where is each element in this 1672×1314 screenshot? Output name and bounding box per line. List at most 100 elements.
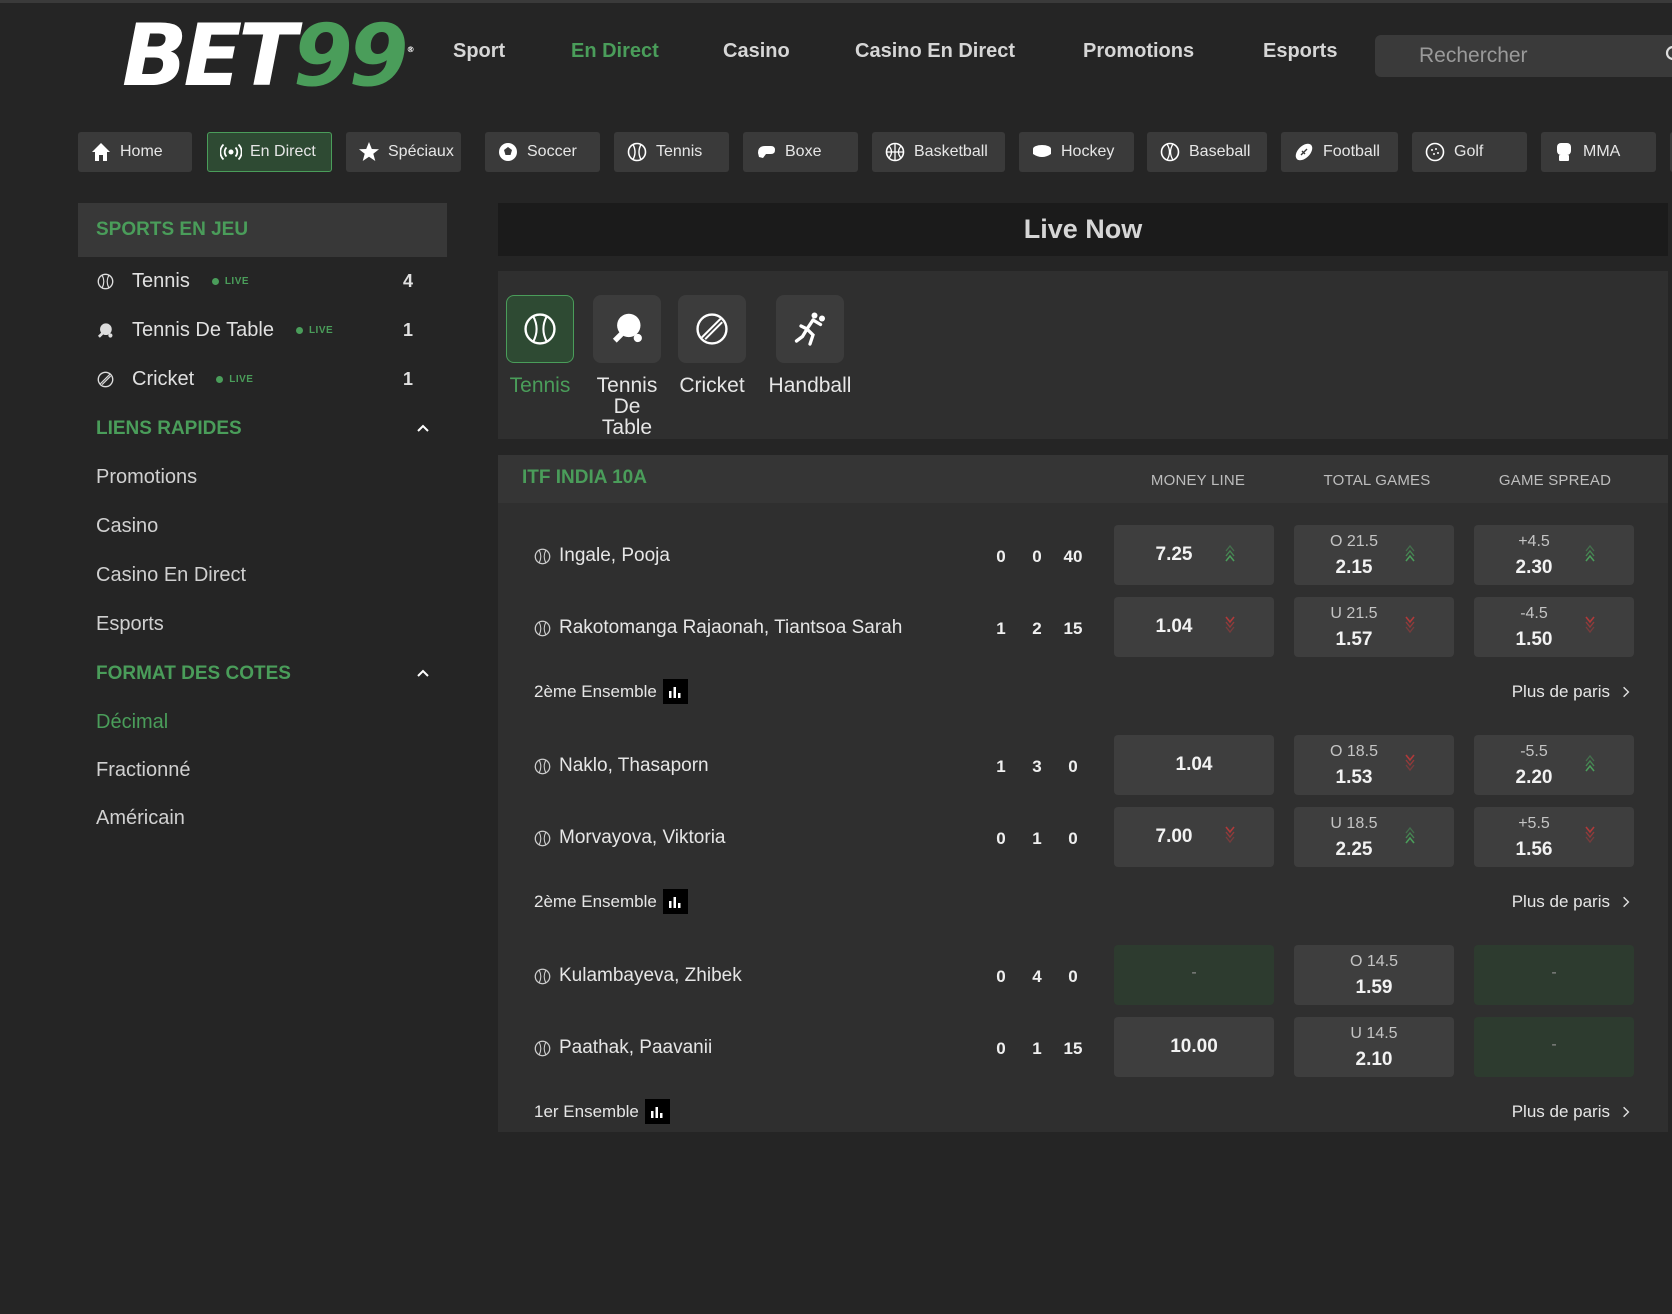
sport-tab-label: Cricket — [679, 374, 745, 397]
odds-unavailable: - — [1551, 1036, 1557, 1053]
search-input[interactable] — [1419, 44, 1639, 68]
score-cell: 0 — [996, 829, 1006, 848]
odds-money-line[interactable]: 7.25 — [1114, 525, 1274, 585]
sport-count: 1 — [402, 320, 413, 340]
stats-icon[interactable] — [644, 1099, 670, 1124]
odds-value: 7.25 — [1155, 544, 1193, 565]
odds-line: U 14.5 — [1350, 1025, 1398, 1042]
chip-soccer[interactable]: Soccer — [485, 132, 600, 172]
live-badge: LIVE — [211, 276, 249, 287]
odds-game-spread[interactable]: -4.5 1.50 — [1474, 597, 1634, 657]
search-box — [1375, 35, 1672, 77]
odds-value: 1.57 — [1335, 629, 1373, 650]
quick-link-esports[interactable]: Esports — [78, 600, 447, 649]
odds-format-americain[interactable]: Américain — [78, 794, 447, 842]
odds-total-games[interactable]: U 21.5 1.57 — [1294, 597, 1454, 657]
odds-up-arrow-icon — [1585, 754, 1595, 772]
tennis-ball-icon — [96, 273, 114, 291]
chip-football[interactable]: Football — [1281, 132, 1398, 172]
odds-money-line[interactable]: 1.04 — [1114, 735, 1274, 795]
plus-de-paris-link[interactable]: Plus de paris — [1512, 682, 1630, 702]
logo-registered-mark: ® — [406, 45, 415, 54]
odds-total-games[interactable]: O 14.5 1.59 — [1294, 945, 1454, 1005]
odds-game-spread[interactable]: +5.5 1.56 — [1474, 807, 1634, 867]
odds-money-line[interactable]: 7.00 — [1114, 807, 1274, 867]
score-cell: 15 — [1063, 619, 1083, 638]
player-name: Naklo, Thasaporn — [559, 755, 709, 776]
odds-total-games[interactable]: O 21.5 2.15 — [1294, 525, 1454, 585]
player-name-row: Ingale, Pooja — [534, 545, 670, 567]
nav-casino[interactable]: Casino — [723, 40, 790, 63]
odds-format-decimal[interactable]: Décimal — [78, 698, 447, 746]
column-game-spread: GAME SPREAD — [1498, 472, 1612, 489]
odds-total-games[interactable]: U 14.5 2.10 — [1294, 1017, 1454, 1077]
format-des-cotes-toggle[interactable]: FORMAT DES COTES — [78, 649, 447, 698]
score-cell: 4 — [1032, 967, 1042, 986]
sport-tab-tennis[interactable]: Tennis — [506, 295, 574, 396]
stats-icon[interactable] — [662, 679, 688, 704]
stats-icon[interactable] — [662, 889, 688, 914]
odds-value: 2.15 — [1335, 557, 1373, 578]
live-badge: LIVE — [216, 374, 253, 385]
odds-game-spread[interactable]: +4.5 2.30 — [1474, 525, 1634, 585]
chip-baseball[interactable]: Baseball — [1147, 132, 1267, 172]
chip-label: MMA — [1583, 143, 1621, 160]
odds-line: O 14.5 — [1349, 953, 1399, 970]
broadcast-icon — [220, 141, 242, 163]
bet99-logo[interactable]: BET 99 ® — [122, 13, 415, 99]
sports-en-jeu-header: SPORTS EN JEU — [78, 203, 447, 257]
quick-link-casino-en-direct[interactable]: Casino En Direct — [78, 551, 447, 600]
quick-link-casino[interactable]: Casino — [78, 502, 447, 551]
score-cell: 0 — [1068, 757, 1078, 776]
score-cell: 1 — [1032, 829, 1042, 848]
ping-pong-paddle-icon — [593, 295, 661, 363]
odds-value: 7.00 — [1155, 826, 1193, 847]
plus-de-paris-link[interactable]: Plus de paris — [1512, 1102, 1630, 1122]
chip-tennis[interactable]: Tennis — [614, 132, 729, 172]
odds-total-games[interactable]: U 18.5 2.25 — [1294, 807, 1454, 867]
score-cell: 0 — [1068, 967, 1078, 986]
soccer-ball-icon — [497, 141, 519, 163]
nav-en-direct[interactable]: En Direct — [571, 40, 659, 63]
sidebar-sport-tennis-de-table[interactable]: Tennis De Table LIVE 1 — [78, 306, 447, 355]
chip-mma[interactable]: MMA — [1541, 132, 1656, 172]
score-cell: 2 — [1032, 619, 1042, 638]
sport-tab-cricket[interactable]: Cricket — [678, 295, 746, 396]
chip-home[interactable]: Home — [78, 132, 192, 172]
sport-tab-label: Tennis De Table — [596, 374, 658, 439]
chip-speciaux[interactable]: Spéciaux — [346, 132, 461, 172]
score-cell: 0 — [1068, 829, 1078, 848]
chevron-up-icon — [417, 669, 429, 677]
tennis-ball-icon — [506, 295, 574, 363]
chip-boxe[interactable]: Boxe — [743, 132, 858, 172]
odds-up-arrow-icon — [1585, 544, 1595, 562]
odds-game-spread[interactable]: -5.5 2.20 — [1474, 735, 1634, 795]
sidebar-sport-tennis[interactable]: Tennis LIVE 4 — [78, 257, 447, 306]
star-icon — [358, 141, 380, 163]
live-now-title: Live Now — [498, 203, 1668, 256]
nav-promotions[interactable]: Promotions — [1083, 40, 1194, 63]
odds-total-games[interactable]: O 18.5 1.53 — [1294, 735, 1454, 795]
quick-link-promotions[interactable]: Promotions — [78, 453, 447, 502]
tennis-ball-icon — [534, 758, 551, 775]
plus-de-paris-link[interactable]: Plus de paris — [1512, 892, 1630, 912]
nav-esports[interactable]: Esports — [1263, 40, 1337, 63]
score-cell: 15 — [1063, 1039, 1083, 1058]
odds-money-line[interactable]: 10.00 — [1114, 1017, 1274, 1077]
chip-hockey[interactable]: Hockey — [1019, 132, 1134, 172]
chip-basketball[interactable]: Basketball — [872, 132, 1005, 172]
nav-casino-en-direct[interactable]: Casino En Direct — [855, 40, 1015, 63]
sport-tab-tennis-de-table[interactable]: Tennis De Table — [593, 295, 661, 438]
sidebar-sport-cricket[interactable]: Cricket LIVE 1 — [78, 355, 447, 404]
home-icon — [90, 141, 112, 163]
liens-rapides-toggle[interactable]: LIENS RAPIDES — [78, 404, 447, 453]
player-name: Paathak, Paavanii — [559, 1037, 713, 1058]
chip-en-direct[interactable]: En Direct — [207, 132, 332, 172]
search-icon[interactable] — [1665, 45, 1672, 65]
odds-money-line[interactable]: 1.04 — [1114, 597, 1274, 657]
sport-tab-handball[interactable]: Handball — [769, 295, 851, 396]
chip-golf[interactable]: Golf — [1412, 132, 1527, 172]
odds-format-fractionne[interactable]: Fractionné — [78, 746, 447, 794]
nav-sport[interactable]: Sport — [453, 40, 505, 63]
cricket-ball-icon — [96, 371, 114, 389]
